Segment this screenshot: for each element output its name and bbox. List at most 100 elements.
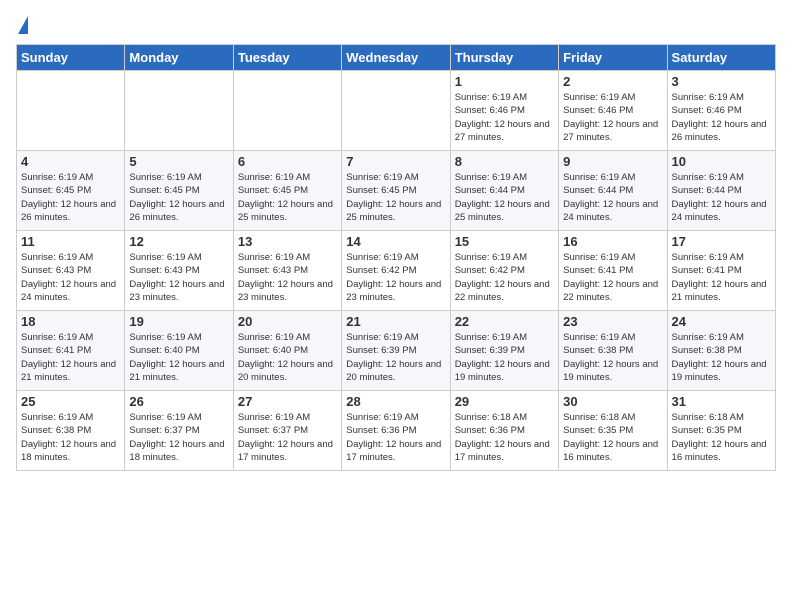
day-number: 19 <box>129 314 228 329</box>
day-number: 16 <box>563 234 662 249</box>
day-number: 22 <box>455 314 554 329</box>
calendar-day-cell: 8 Sunrise: 6:19 AM Sunset: 6:44 PM Daylig… <box>450 151 558 231</box>
day-info: Sunrise: 6:19 AM Sunset: 6:43 PM Dayligh… <box>129 251 228 304</box>
page-header <box>16 16 776 36</box>
day-info: Sunrise: 6:19 AM Sunset: 6:40 PM Dayligh… <box>238 331 337 384</box>
day-info: Sunrise: 6:19 AM Sunset: 6:41 PM Dayligh… <box>563 251 662 304</box>
calendar-day-cell: 5Sunrise: 6:19 AM Sunset: 6:45 PM Daylig… <box>125 151 233 231</box>
calendar-header-row: SundayMondayTuesdayWednesdayThursdayFrid… <box>17 45 776 71</box>
calendar-day-cell: 13 Sunrise: 6:19 AM Sunset: 6:43 PM Dayli… <box>233 231 341 311</box>
day-number: 12 <box>129 234 228 249</box>
day-info: Sunrise: 6:18 AM Sunset: 6:35 PM Dayligh… <box>672 411 771 464</box>
day-info: Sunrise: 6:19 AM Sunset: 6:45 PM Dayligh… <box>21 171 120 224</box>
calendar-day-cell: 1Sunrise: 6:19 AM Sunset: 6:46 PM Daylig… <box>450 71 558 151</box>
calendar-day-cell: 17Sunrise: 6:19 AM Sunset: 6:41 PM Dayli… <box>667 231 775 311</box>
calendar-day-cell: 22Sunrise: 6:19 AM Sunset: 6:39 PM Dayli… <box>450 311 558 391</box>
day-number: 18 <box>21 314 120 329</box>
day-info: Sunrise: 6:19 AM Sunset: 6:43 PM Dayligh… <box>21 251 120 304</box>
calendar-week-4: 18 Sunrise: 6:19 AM Sunset: 6:41 PM Dayli… <box>17 311 776 391</box>
calendar-day-cell: 18 Sunrise: 6:19 AM Sunset: 6:41 PM Dayli… <box>17 311 125 391</box>
day-number: 3 <box>672 74 771 89</box>
day-number: 7 <box>346 154 445 169</box>
day-info: Sunrise: 6:19 AM Sunset: 6:41 PM Dayligh… <box>21 331 120 384</box>
calendar-day-cell <box>17 71 125 151</box>
day-number: 21 <box>346 314 445 329</box>
calendar-day-cell: 12 Sunrise: 6:19 AM Sunset: 6:43 PM Dayli… <box>125 231 233 311</box>
calendar-day-cell: 20 Sunrise: 6:19 AM Sunset: 6:40 PM Dayli… <box>233 311 341 391</box>
day-info: Sunrise: 6:19 AM Sunset: 6:38 PM Dayligh… <box>563 331 662 384</box>
weekday-header-sunday: Sunday <box>17 45 125 71</box>
day-number: 14 <box>346 234 445 249</box>
calendar-day-cell: 27 Sunrise: 6:19 AM Sunset: 6:37 PM Dayli… <box>233 391 341 471</box>
calendar-day-cell: 4 Sunrise: 6:19 AM Sunset: 6:45 PM Daylig… <box>17 151 125 231</box>
day-number: 20 <box>238 314 337 329</box>
day-number: 13 <box>238 234 337 249</box>
calendar-day-cell <box>233 71 341 151</box>
day-info: Sunrise: 6:19 AM Sunset: 6:42 PM Dayligh… <box>455 251 554 304</box>
weekday-header-friday: Friday <box>559 45 667 71</box>
logo <box>16 16 28 36</box>
calendar-day-cell: 16 Sunrise: 6:19 AM Sunset: 6:41 PM Dayli… <box>559 231 667 311</box>
day-info: Sunrise: 6:18 AM Sunset: 6:35 PM Dayligh… <box>563 411 662 464</box>
day-info: Sunrise: 6:19 AM Sunset: 6:46 PM Dayligh… <box>672 91 771 144</box>
weekday-header-wednesday: Wednesday <box>342 45 450 71</box>
calendar-day-cell: 28 Sunrise: 6:19 AM Sunset: 6:36 PM Dayli… <box>342 391 450 471</box>
day-info: Sunrise: 6:19 AM Sunset: 6:38 PM Dayligh… <box>672 331 771 384</box>
day-info: Sunrise: 6:19 AM Sunset: 6:38 PM Dayligh… <box>21 411 120 464</box>
calendar-day-cell: 26 Sunrise: 6:19 AM Sunset: 6:37 PM Dayli… <box>125 391 233 471</box>
day-info: Sunrise: 6:19 AM Sunset: 6:46 PM Dayligh… <box>563 91 662 144</box>
day-info: Sunrise: 6:19 AM Sunset: 6:36 PM Dayligh… <box>346 411 445 464</box>
weekday-header-saturday: Saturday <box>667 45 775 71</box>
day-number: 30 <box>563 394 662 409</box>
weekday-header-thursday: Thursday <box>450 45 558 71</box>
calendar-table: SundayMondayTuesdayWednesdayThursdayFrid… <box>16 44 776 471</box>
day-info: Sunrise: 6:18 AM Sunset: 6:36 PM Dayligh… <box>455 411 554 464</box>
day-info: Sunrise: 6:19 AM Sunset: 6:39 PM Dayligh… <box>346 331 445 384</box>
day-info: Sunrise: 6:19 AM Sunset: 6:45 PM Dayligh… <box>129 171 228 224</box>
calendar-day-cell: 3 Sunrise: 6:19 AM Sunset: 6:46 PM Daylig… <box>667 71 775 151</box>
day-number: 15 <box>455 234 554 249</box>
day-number: 8 <box>455 154 554 169</box>
day-info: Sunrise: 6:19 AM Sunset: 6:37 PM Dayligh… <box>238 411 337 464</box>
calendar-day-cell: 19 Sunrise: 6:19 AM Sunset: 6:40 PM Dayli… <box>125 311 233 391</box>
calendar-day-cell: 29 Sunrise: 6:18 AM Sunset: 6:36 PM Dayli… <box>450 391 558 471</box>
day-info: Sunrise: 6:19 AM Sunset: 6:45 PM Dayligh… <box>346 171 445 224</box>
day-info: Sunrise: 6:19 AM Sunset: 6:44 PM Dayligh… <box>455 171 554 224</box>
day-info: Sunrise: 6:19 AM Sunset: 6:46 PM Dayligh… <box>455 91 554 144</box>
calendar-day-cell: 2 Sunrise: 6:19 AM Sunset: 6:46 PM Daylig… <box>559 71 667 151</box>
calendar-day-cell: 24 Sunrise: 6:19 AM Sunset: 6:38 PM Dayli… <box>667 311 775 391</box>
calendar-day-cell: 6Sunrise: 6:19 AM Sunset: 6:45 PM Daylig… <box>233 151 341 231</box>
calendar-week-5: 25Sunrise: 6:19 AM Sunset: 6:38 PM Dayli… <box>17 391 776 471</box>
day-info: Sunrise: 6:19 AM Sunset: 6:44 PM Dayligh… <box>672 171 771 224</box>
day-info: Sunrise: 6:19 AM Sunset: 6:43 PM Dayligh… <box>238 251 337 304</box>
day-number: 26 <box>129 394 228 409</box>
day-info: Sunrise: 6:19 AM Sunset: 6:37 PM Dayligh… <box>129 411 228 464</box>
calendar-day-cell: 30 Sunrise: 6:18 AM Sunset: 6:35 PM Dayli… <box>559 391 667 471</box>
calendar-day-cell: 7 Sunrise: 6:19 AM Sunset: 6:45 PM Daylig… <box>342 151 450 231</box>
day-number: 28 <box>346 394 445 409</box>
calendar-week-3: 11 Sunrise: 6:19 AM Sunset: 6:43 PM Dayli… <box>17 231 776 311</box>
calendar-day-cell: 10Sunrise: 6:19 AM Sunset: 6:44 PM Dayli… <box>667 151 775 231</box>
day-info: Sunrise: 6:19 AM Sunset: 6:42 PM Dayligh… <box>346 251 445 304</box>
calendar-day-cell: 9 Sunrise: 6:19 AM Sunset: 6:44 PM Daylig… <box>559 151 667 231</box>
day-number: 17 <box>672 234 771 249</box>
day-number: 29 <box>455 394 554 409</box>
day-info: Sunrise: 6:19 AM Sunset: 6:40 PM Dayligh… <box>129 331 228 384</box>
calendar-day-cell: 15 Sunrise: 6:19 AM Sunset: 6:42 PM Dayli… <box>450 231 558 311</box>
day-number: 11 <box>21 234 120 249</box>
day-number: 27 <box>238 394 337 409</box>
calendar-day-cell: 11 Sunrise: 6:19 AM Sunset: 6:43 PM Dayli… <box>17 231 125 311</box>
calendar-day-cell: 25Sunrise: 6:19 AM Sunset: 6:38 PM Dayli… <box>17 391 125 471</box>
day-number: 9 <box>563 154 662 169</box>
calendar-day-cell: 31Sunrise: 6:18 AM Sunset: 6:35 PM Dayli… <box>667 391 775 471</box>
day-number: 4 <box>21 154 120 169</box>
weekday-header-tuesday: Tuesday <box>233 45 341 71</box>
day-info: Sunrise: 6:19 AM Sunset: 6:45 PM Dayligh… <box>238 171 337 224</box>
calendar-week-1: 1Sunrise: 6:19 AM Sunset: 6:46 PM Daylig… <box>17 71 776 151</box>
day-number: 2 <box>563 74 662 89</box>
day-info: Sunrise: 6:19 AM Sunset: 6:44 PM Dayligh… <box>563 171 662 224</box>
calendar-day-cell: 21 Sunrise: 6:19 AM Sunset: 6:39 PM Dayli… <box>342 311 450 391</box>
day-number: 23 <box>563 314 662 329</box>
calendar-day-cell <box>125 71 233 151</box>
day-number: 24 <box>672 314 771 329</box>
